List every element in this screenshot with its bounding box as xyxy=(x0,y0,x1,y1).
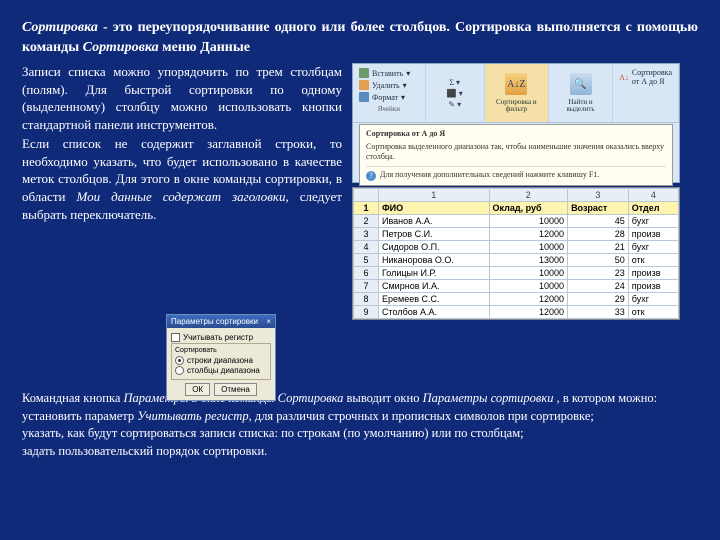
data-table: 12341ФИООклад, рубВозрастОтдел2Иванов А.… xyxy=(352,187,680,320)
tooltip: Сортировка от А до Я Сортировка выделенн… xyxy=(359,124,673,186)
page-title: Сортировка - это переупорядочивание одно… xyxy=(22,18,698,57)
table-row: 2Иванов А.А.1000045бухг xyxy=(354,215,679,228)
table-row: 5Никанорова О.О.1300050отк xyxy=(354,254,679,267)
sort-icon: A↓Z xyxy=(505,73,527,95)
sort-filter-button: A↓Z Сортировка и фильтр xyxy=(485,64,549,122)
case-checkbox xyxy=(171,333,180,342)
ok-button: ОК xyxy=(185,383,210,396)
find-icon: 🔍 xyxy=(570,73,592,95)
table-row: 8Еремеев С.С.1200029бухг xyxy=(354,293,679,306)
footer-text: Командная кнопка Параметры в окне команд… xyxy=(22,390,698,460)
ribbon: Вставить ▾ Удалить ▾ Формат ▾ Ячейки Σ ▾… xyxy=(352,63,680,183)
excel-screenshot: Вставить ▾ Удалить ▾ Формат ▾ Ячейки Σ ▾… xyxy=(352,63,680,320)
delete-button: Удалить ▾ xyxy=(359,80,419,90)
find-button: 🔍 Найти и выделить xyxy=(549,64,613,122)
table-row: 7Смирнов И.А.1000024произв xyxy=(354,280,679,293)
format-button: Формат ▾ xyxy=(359,92,419,102)
body-paragraph: Записи списка можно упорядочить по трем … xyxy=(22,63,342,320)
insert-button: Вставить ▾ xyxy=(359,68,419,78)
cols-radio xyxy=(175,366,184,375)
table-row: 3Петров С.И.1200028произв xyxy=(354,228,679,241)
sort-params-dialog: Параметры сортировки× Учитывать регистр … xyxy=(166,314,276,401)
table-row: 4Сидоров О.П.1000021бухг xyxy=(354,241,679,254)
table-row: 9Столбов А.А.1200033отк xyxy=(354,306,679,319)
rows-radio xyxy=(175,356,184,365)
help-icon: ? xyxy=(366,171,376,181)
table-row: 6Голицын И.Р.1000023произв xyxy=(354,267,679,280)
close-icon: × xyxy=(266,317,271,326)
cancel-button: Отмена xyxy=(214,383,257,396)
sort-az-item: A↓Сортировка от А до Я xyxy=(619,68,672,86)
